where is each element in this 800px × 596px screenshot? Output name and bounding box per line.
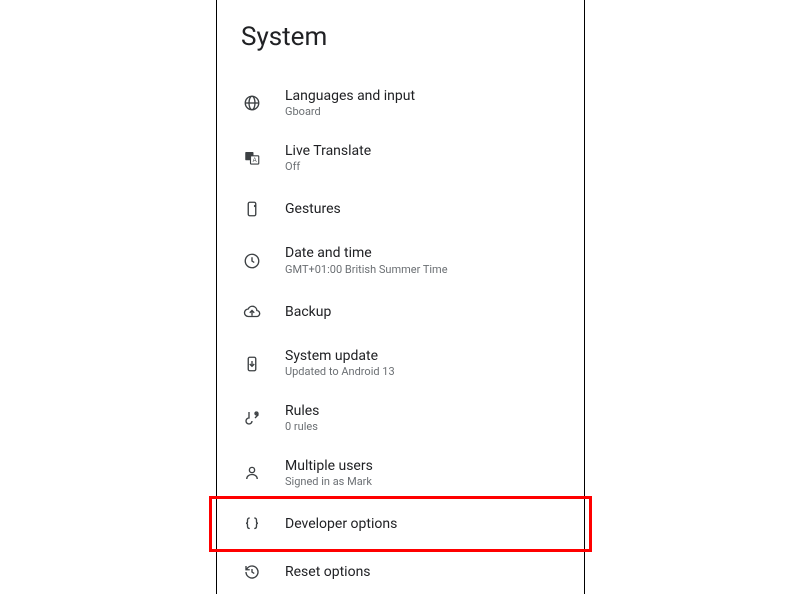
person-icon: [241, 462, 263, 484]
gestures-icon: [241, 198, 263, 220]
settings-item-rules[interactable]: Rules 0 rules: [217, 391, 584, 446]
settings-item-developer-options[interactable]: Developer options: [217, 500, 584, 548]
page-title: System: [241, 22, 584, 52]
cloud-upload-icon: [241, 301, 263, 323]
globe-icon: [241, 92, 263, 114]
settings-item-system-update[interactable]: System update Updated to Android 13: [217, 336, 584, 391]
settings-item-live-translate[interactable]: A Live Translate Off: [217, 131, 584, 186]
settings-item-label: Developer options: [285, 516, 397, 532]
settings-list: Languages and input Gboard A Live Transl…: [217, 76, 584, 596]
settings-item-sub: 0 rules: [285, 421, 319, 434]
settings-item-multiple-users[interactable]: Multiple users Signed in as Mark: [217, 446, 584, 501]
settings-item-backup[interactable]: Backup: [217, 288, 584, 336]
settings-item-sub: Updated to Android 13: [285, 366, 395, 379]
svg-text:A: A: [253, 158, 257, 164]
history-icon: [241, 561, 263, 583]
settings-item-sub: GMT+01:00 British Summer Time: [285, 264, 448, 277]
settings-item-label: Languages and input: [285, 88, 415, 104]
settings-item-languages[interactable]: Languages and input Gboard: [217, 76, 584, 131]
settings-item-sub: Signed in as Mark: [285, 476, 373, 489]
settings-item-reset-options[interactable]: Reset options: [217, 548, 584, 596]
settings-item-label: Date and time: [285, 245, 448, 261]
settings-item-label: System update: [285, 348, 395, 364]
settings-item-label: Rules: [285, 403, 319, 419]
clock-icon: [241, 250, 263, 272]
rules-icon: [241, 407, 263, 429]
settings-item-date-time[interactable]: Date and time GMT+01:00 British Summer T…: [217, 233, 584, 288]
settings-item-label: Multiple users: [285, 458, 373, 474]
system-update-icon: [241, 353, 263, 375]
settings-item-gestures[interactable]: Gestures: [217, 185, 584, 233]
braces-icon: [241, 513, 263, 535]
settings-item-label: Live Translate: [285, 143, 371, 159]
translate-icon: A: [241, 147, 263, 169]
system-settings-screen: System Languages and input Gboard A: [216, 0, 585, 594]
settings-item-sub: Gboard: [285, 106, 415, 119]
settings-item-sub: Off: [285, 161, 371, 174]
settings-item-label: Backup: [285, 304, 331, 320]
settings-item-label: Gestures: [285, 201, 341, 217]
settings-item-label: Reset options: [285, 564, 371, 580]
